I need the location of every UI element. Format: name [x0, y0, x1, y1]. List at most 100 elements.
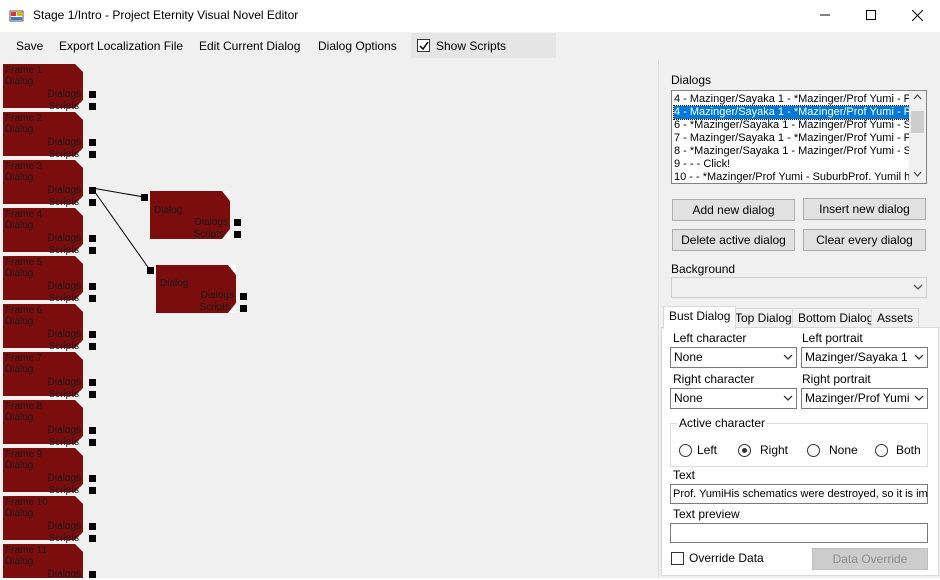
node-dialogs-port[interactable]	[89, 379, 96, 386]
menu-export-localization[interactable]: Export Localization File	[59, 39, 183, 53]
node-scripts-port[interactable]	[89, 295, 96, 302]
node-input-port[interactable]	[141, 194, 148, 201]
background-label: Background	[671, 262, 736, 276]
dialog-list-item[interactable]: 9 - - - Click!	[674, 158, 910, 171]
close-icon	[911, 9, 923, 21]
node-scripts-port[interactable]	[89, 103, 96, 110]
node-scripts-port[interactable]	[89, 487, 96, 494]
node-dialogs-port[interactable]	[89, 235, 96, 242]
show-scripts-checkbox[interactable]	[417, 39, 430, 52]
menu-dialog-options[interactable]: Dialog Options	[318, 39, 397, 53]
text-preview-field[interactable]	[670, 523, 928, 543]
node-dialogs-port[interactable]	[89, 187, 96, 194]
scroll-down-icon[interactable]	[909, 169, 926, 179]
node-scripts-port[interactable]	[240, 305, 247, 312]
scroll-up-icon[interactable]	[909, 92, 926, 102]
node-dialogs-port[interactable]	[89, 427, 96, 434]
node-scripts-port[interactable]	[89, 151, 96, 158]
delete-dialog-button[interactable]: Delete active dialog	[672, 229, 795, 251]
node-dialog-label: Dialog	[5, 268, 34, 279]
node-dialogs-port[interactable]	[89, 283, 96, 290]
radio-none[interactable]	[807, 444, 820, 457]
node-dialogs-port[interactable]	[89, 139, 96, 146]
dialog-node[interactable]: Dialog Dialogs Scripts	[150, 191, 230, 240]
node-scripts-port[interactable]	[234, 231, 241, 238]
frame-node[interactable]: Frame 9 Dialog Dialogs Scripts	[3, 448, 96, 496]
menu-save[interactable]: Save	[16, 39, 43, 53]
tab-bust-dialog[interactable]: Bust Dialog	[663, 306, 737, 329]
chevron-down-icon	[914, 395, 924, 401]
data-override-button[interactable]: Data Override	[812, 548, 928, 570]
dialogs-scrollbar[interactable]	[909, 91, 926, 183]
dialog-list-item[interactable]: 8 - *Mazinger/Sayaka 1 - Mazinger/Prof Y…	[674, 145, 910, 158]
dialog-list-item[interactable]: 10 - - *Mazinger/Prof Yumi - SuburbProf.…	[674, 171, 910, 183]
radio-left[interactable]	[679, 444, 692, 457]
left-portrait-select[interactable]: Mazinger/Sayaka 1	[801, 347, 928, 368]
node-scripts-port[interactable]	[89, 247, 96, 254]
node-scripts-port[interactable]	[89, 535, 96, 542]
frame-node[interactable]: Frame 5 Dialog Dialogs Scripts	[3, 256, 96, 304]
node-scripts-port[interactable]	[89, 199, 96, 206]
node-canvas[interactable]: Frame 1 Dialog Dialogs Scripts Frame 2 Dialog…	[0, 60, 658, 578]
dialog-list-item[interactable]: 7 - Mazinger/Sayaka 1 - *Mazinger/Prof Y…	[674, 132, 910, 145]
frame-node[interactable]: Frame 6 Dialog Dialogs Scripts	[3, 304, 96, 352]
node-dialogs-port[interactable]	[89, 331, 96, 338]
frame-node[interactable]: Frame 8 Dialog Dialogs Scripts	[3, 400, 96, 448]
node-dialogs-port[interactable]	[89, 523, 96, 530]
frame-node[interactable]: Frame 4 Dialog Dialogs Scripts	[3, 208, 96, 256]
node-dialogs-port[interactable]	[234, 219, 241, 226]
frame-node[interactable]: Frame 2 Dialog Dialogs Scripts	[3, 112, 96, 160]
dialogs-listbox[interactable]: 4 - Mazinger/Sayaka 1 - *Mazinger/Prof Y…	[671, 90, 927, 184]
node-scripts-port[interactable]	[89, 439, 96, 446]
maximize-button[interactable]	[848, 0, 894, 30]
tab-strip: Bust Dialog Top Dialog Bottom Dialog Ass…	[659, 306, 940, 329]
frame-node[interactable]: Frame 1 Dialog Dialogs Scripts	[3, 64, 96, 112]
show-scripts-toggle[interactable]: Show Scripts	[411, 33, 556, 58]
frame-node[interactable]: Frame 11DialogDialogsScripts	[3, 544, 96, 578]
chevron-down-icon	[914, 354, 924, 360]
add-dialog-button[interactable]: Add new dialog	[672, 199, 795, 221]
node-dialog-label: Dialog	[5, 220, 34, 231]
node-dialogs-port[interactable]	[89, 475, 96, 482]
dialog-text-input[interactable]: Prof. YumiHis schematics were destroyed,…	[670, 484, 928, 504]
frame-node[interactable]: Frame 10 Dialog Dialogs Scripts	[3, 496, 96, 544]
radio-right-label: Right	[760, 443, 789, 457]
node-scripts-port[interactable]	[89, 343, 96, 350]
node-input-port[interactable]	[147, 267, 154, 274]
tab-bottom-dialog[interactable]: Bottom Dialog	[792, 308, 880, 328]
chevron-down-icon	[783, 354, 793, 360]
right-character-select[interactable]: None	[670, 388, 797, 409]
dialog-list-item[interactable]: 6 - *Mazinger/Sayaka 1 - Mazinger/Prof Y…	[674, 119, 910, 132]
right-portrait-select[interactable]: Mazinger/Prof Yumi	[801, 388, 928, 409]
node-scripts-label: Scripts	[48, 389, 79, 400]
clear-dialogs-button[interactable]: Clear every dialog	[803, 229, 926, 251]
dialog-list-item[interactable]: 4 - Mazinger/Sayaka 1 - *Mazinger/Prof Y…	[674, 93, 910, 106]
tab-assets[interactable]: Assets	[871, 308, 920, 328]
node-dialogs-label: Dialogs	[47, 233, 81, 244]
scroll-thumb[interactable]	[911, 111, 924, 133]
node-dialog-label: Dialog	[5, 508, 34, 519]
node-scripts-label: Scripts	[48, 437, 79, 448]
radio-right[interactable]	[738, 444, 751, 457]
frame-node[interactable]: Frame 3 Dialog Dialogs Scripts	[3, 160, 96, 208]
close-button[interactable]	[894, 0, 940, 30]
left-character-select[interactable]: None	[670, 347, 797, 368]
node-scripts-port[interactable]	[89, 391, 96, 398]
override-data-checkbox[interactable]	[671, 552, 684, 565]
dialog-node[interactable]: Dialog Dialogs Scripts	[156, 265, 236, 313]
tab-top-dialog[interactable]: Top Dialog	[729, 308, 798, 328]
frame-title: Frame 7	[5, 353, 43, 364]
node-scripts-label: Scripts	[48, 149, 79, 160]
node-dialogs-port[interactable]	[240, 293, 247, 300]
dialog-list-item[interactable]: 4 - Mazinger/Sayaka 1 - *Mazinger/Prof Y…	[673, 105, 911, 120]
node-dialogs-port[interactable]	[89, 91, 96, 98]
radio-both[interactable]	[875, 444, 888, 457]
node-scripts-label: Scripts	[48, 245, 79, 256]
left-portrait-value: Mazinger/Sayaka 1	[805, 350, 908, 364]
node-dialogs-port[interactable]	[89, 571, 96, 578]
menu-edit-current-dialog[interactable]: Edit Current Dialog	[199, 39, 300, 53]
insert-dialog-button[interactable]: Insert new dialog	[803, 198, 926, 220]
frame-node[interactable]: Frame 7 Dialog Dialogs Scripts	[3, 352, 96, 400]
minimize-button[interactable]	[802, 0, 848, 30]
background-select[interactable]	[671, 277, 927, 298]
